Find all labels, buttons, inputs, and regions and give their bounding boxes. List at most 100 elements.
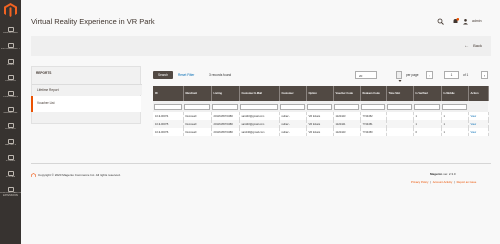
cell-listing: 201161657/0480	[211, 120, 240, 128]
nav-label: CATALOG	[5, 80, 16, 82]
cell-voucher-code: 1122443	[333, 128, 361, 136]
column-header[interactable]: Option	[306, 86, 334, 101]
column-header[interactable]: Is Mobile	[441, 86, 469, 101]
column-header[interactable]: Voucher Code	[333, 86, 361, 101]
reset-filter-link[interactable]: Reset Filter	[178, 73, 194, 77]
nav-dashboard[interactable]: DASHBOARD	[0, 27, 21, 41]
cell-email: sa1140@gmail.com	[239, 112, 280, 120]
search-icon[interactable]	[437, 18, 444, 25]
filter-merchant-input[interactable]	[184, 103, 210, 110]
records-found: 3 records found	[209, 73, 232, 77]
filter-time-slot-input[interactable]	[387, 103, 412, 110]
filter-listing-input[interactable]	[212, 103, 238, 110]
admin-sidebar: DASHBOARD VIRTUALREALITY SALES CATALOG C…	[0, 0, 21, 244]
nav-label: CUSTOMERS	[3, 96, 18, 98]
page-actions-bar: ← Back	[31, 36, 491, 56]
view-link[interactable]: View	[468, 120, 489, 128]
nav-customers[interactable]: CUSTOMERS	[0, 91, 21, 105]
footer-separator: |	[454, 180, 455, 184]
nav-content[interactable]: CONTENT	[0, 123, 21, 137]
tab-lifetime-report[interactable]: Lifetime Report	[32, 84, 142, 95]
filter-email-input[interactable]	[240, 103, 278, 110]
nav-stores[interactable]: STORES	[0, 155, 21, 169]
magento-logo-icon[interactable]	[3, 3, 18, 17]
nav-catalog[interactable]: CATALOG	[0, 75, 21, 89]
filter-is-verified-input[interactable]	[414, 103, 440, 110]
cell-customer: rediaz -	[279, 128, 307, 136]
footer-links: Privacy Policy | Account Activity | Repo…	[410, 180, 476, 184]
column-header[interactable]: Redeem Code	[360, 86, 387, 101]
view-link[interactable]: View	[468, 128, 489, 136]
grid-filter-row	[153, 101, 488, 112]
cell-is-mobile: 1	[441, 128, 469, 136]
cell-option: VR tickets	[306, 120, 334, 128]
nav-label: MARKETING	[3, 112, 18, 114]
table-row: 10-9-00074 Demosell 201161657/0480 sa114…	[153, 112, 489, 120]
view-link[interactable]: View	[468, 112, 489, 120]
version-info: Magento ver. 2.3.0	[430, 172, 456, 176]
column-header[interactable]: Is Verified	[413, 86, 442, 101]
back-button[interactable]: ← Back	[464, 43, 482, 49]
page-total: of 1	[463, 73, 469, 77]
filter-is-mobile-input[interactable]	[442, 103, 467, 110]
cell-option: VR tickets	[306, 128, 334, 136]
nav-label: DASHBOARD	[3, 32, 18, 34]
chevron-right-icon: ›	[483, 73, 486, 78]
cell-email: sa1240@gmail.com	[239, 128, 280, 136]
nav-virtualreality[interactable]: VIRTUALREALITY	[0, 43, 21, 57]
search-button[interactable]: Search	[153, 71, 173, 79]
cell-time-slot	[386, 120, 414, 128]
admin-user-name[interactable]: admin	[472, 19, 482, 23]
nav-sales[interactable]: SALES	[0, 59, 21, 73]
account-activity-link[interactable]: Account Activity	[433, 180, 453, 184]
tabs-heading: REPORTS	[36, 71, 52, 75]
cell-merchant: Demosell	[183, 120, 212, 128]
filter-voucher-code-input[interactable]	[334, 103, 359, 110]
copyright-text: Copyright © 2020 Magento Commerce Inc. A…	[38, 173, 121, 177]
user-icon[interactable]	[462, 18, 469, 25]
previous-page-button[interactable]: ‹	[426, 71, 433, 79]
nav-reports[interactable]: REPORTS	[0, 139, 21, 153]
filter-redeem-code-input[interactable]	[361, 103, 385, 110]
per-page-label: per page	[406, 73, 419, 77]
nav-label: REPORTS	[4, 144, 17, 146]
column-header[interactable]: Listing	[211, 86, 240, 101]
bell-icon[interactable]	[452, 18, 459, 25]
cell-time-slot	[386, 112, 414, 120]
privacy-policy-link[interactable]: Privacy Policy	[411, 180, 428, 184]
cell-listing: 201161657/0480	[211, 128, 240, 136]
cell-is-mobile: 1	[441, 112, 469, 120]
page-size-dropdown-button[interactable]	[396, 71, 402, 82]
cell-email: sa1140@gmail.com	[239, 120, 280, 128]
tab-label: Voucher List	[37, 101, 55, 105]
filter-customer-input[interactable]	[280, 103, 305, 110]
page-title: Virtual Reality Experience in VR Park	[31, 17, 155, 26]
nav-system[interactable]: SYSTEM	[0, 171, 21, 185]
filter-option-input[interactable]	[307, 103, 332, 110]
page-size-select[interactable]: 20	[355, 71, 377, 79]
cell-customer: rediaz -	[279, 120, 307, 128]
brand-name: Magento	[430, 172, 443, 176]
current-page-input[interactable]: 1	[444, 71, 459, 79]
cell-is-verified: 1	[413, 120, 442, 128]
filter-id-input[interactable]	[154, 103, 182, 110]
report-issue-link[interactable]: Report an Issue	[457, 180, 477, 184]
tab-voucher-list[interactable]: Voucher List	[31, 96, 141, 112]
column-header[interactable]: ID	[153, 86, 184, 101]
next-page-button[interactable]: ›	[481, 71, 488, 79]
column-header[interactable]: Customer	[279, 86, 307, 101]
grid-header-row: ID Merchant Listing Customer E-Mail Cust…	[153, 86, 489, 101]
nav-label: FIND PARTNERS & EXTENSIONS	[0, 192, 21, 197]
tab-label: Lifetime Report	[37, 88, 59, 92]
nav-extensions[interactable]: FIND PARTNERS & EXTENSIONS	[0, 187, 21, 205]
reports-tabs: REPORTS Lifetime Report	[31, 66, 142, 124]
column-header[interactable]: Merchant	[183, 86, 212, 101]
cell-voucher-code: 1122441	[333, 120, 361, 128]
column-header[interactable]: Time Slot	[386, 86, 414, 101]
column-header[interactable]: Customer E-Mail	[239, 86, 280, 101]
footer-separator: |	[430, 180, 431, 184]
nav-label: SYSTEM	[5, 176, 16, 178]
back-label: Back	[473, 43, 482, 48]
cell-id: 10-9-00076	[153, 128, 184, 136]
nav-marketing[interactable]: MARKETING	[0, 107, 21, 121]
